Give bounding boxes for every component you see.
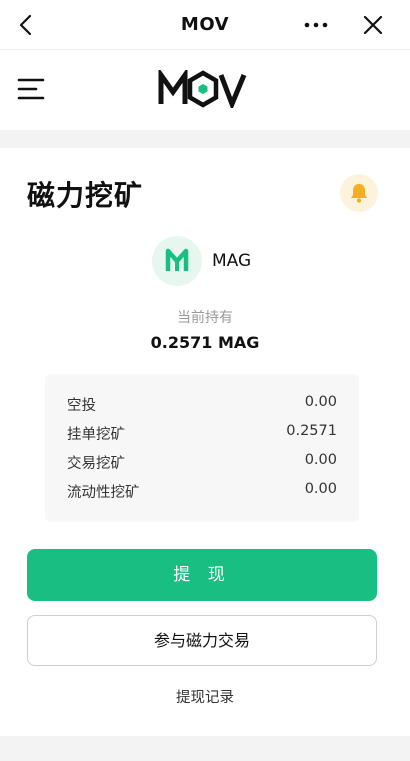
- mining-details-panel: 空投 0.00 挂单挖矿 0.2571 交易挖矿 0.00 流动性挖矿 0.00: [45, 374, 359, 522]
- more-horizontal-icon[interactable]: [300, 12, 332, 38]
- join-trading-button[interactable]: 参与磁力交易: [27, 615, 377, 666]
- close-icon[interactable]: [360, 12, 386, 38]
- detail-row-airdrop: 空投 0.00: [67, 394, 337, 416]
- app-header: [0, 50, 410, 130]
- detail-value: 0.00: [304, 452, 337, 468]
- holding-label: 当前持有: [177, 310, 233, 326]
- mov-logo: [158, 67, 248, 111]
- mag-token-icon: [152, 236, 202, 286]
- detail-label: 流动性挖矿: [67, 485, 140, 501]
- holding-value: 0.2571 MAG: [150, 333, 260, 352]
- detail-value: 0.2571: [286, 423, 337, 439]
- withdraw-record-link[interactable]: 提现记录: [0, 686, 410, 707]
- detail-value: 0.00: [304, 394, 337, 410]
- section-title: 磁力挖矿: [27, 179, 144, 212]
- token-name: MAG: [212, 251, 252, 271]
- detail-row-trade-mining: 交易挖矿 0.00: [67, 452, 337, 474]
- detail-label: 挂单挖矿: [67, 427, 125, 443]
- detail-value: 0.00: [304, 481, 337, 497]
- magnetic-mining-card: 磁力挖矿 MAG 当前持有 0.2571 MAG 空投 0.00 挂单挖矿 0.…: [0, 148, 410, 736]
- detail-label: 空投: [67, 398, 96, 414]
- detail-row-liquidity-mining: 流动性挖矿 0.00: [67, 481, 337, 503]
- page-title: MOV: [180, 14, 230, 35]
- detail-label: 交易挖矿: [67, 456, 125, 472]
- notification-button[interactable]: [340, 174, 378, 212]
- bell-icon: [351, 184, 367, 203]
- hamburger-menu-icon[interactable]: [16, 76, 46, 102]
- top-navigation-bar: MOV: [0, 0, 410, 50]
- detail-row-order-mining: 挂单挖矿 0.2571: [67, 423, 337, 445]
- withdraw-button[interactable]: 提 现: [27, 549, 377, 601]
